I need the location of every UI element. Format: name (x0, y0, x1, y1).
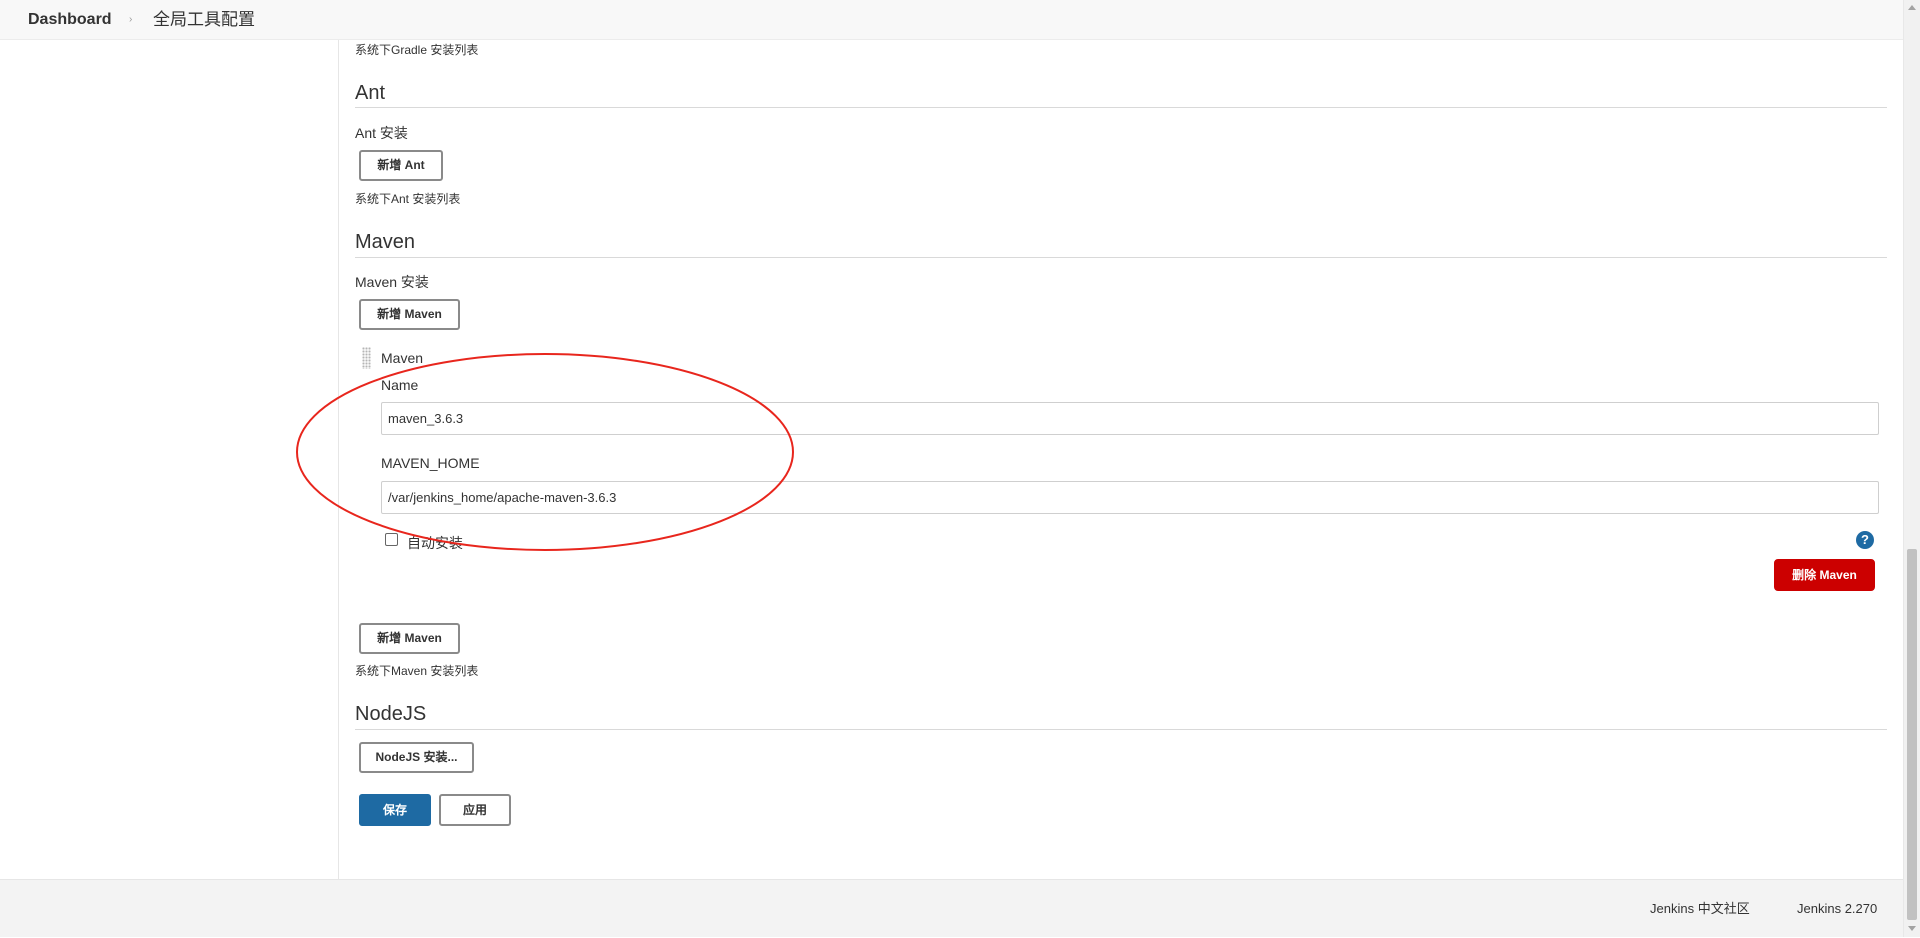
gradle-list-note: 系统下Gradle 安装列表 (355, 43, 479, 57)
maven-install-label: Maven 安装 (355, 274, 429, 290)
vertical-scrollbar[interactable] (1903, 0, 1920, 937)
auto-install-label: 自动安装 (407, 535, 463, 551)
ant-list-note: 系统下Ant 安装列表 (355, 192, 461, 206)
add-maven-button-bottom[interactable]: 新增 Maven (359, 623, 460, 654)
maven-item-header: Maven (381, 350, 424, 366)
breadcrumb-current-page: 全局工具配置 (153, 10, 255, 29)
add-ant-button[interactable]: 新增 Ant (359, 150, 443, 181)
page-footer: Jenkins 中文社区 Jenkins 2.270 (0, 879, 1903, 937)
add-maven-button-top[interactable]: 新增 Maven (359, 299, 460, 330)
maven-list-note: 系统下Maven 安装列表 (355, 664, 479, 678)
footer-version-link[interactable]: Jenkins 2.270 (1797, 880, 1877, 938)
maven-home-label: MAVEN_HOME (381, 455, 480, 471)
breadcrumb-dashboard-link[interactable]: Dashboard (28, 0, 112, 40)
maven-section-divider (355, 257, 1887, 258)
maven-name-label: Name (381, 377, 419, 393)
help-icon[interactable]: ? (1856, 531, 1874, 549)
maven-section-title: Maven (355, 231, 416, 253)
scroll-thumb[interactable] (1907, 549, 1917, 920)
nodejs-install-button[interactable]: NodeJS 安装... (359, 742, 474, 773)
scroll-up-arrow-icon[interactable] (1908, 5, 1916, 10)
maven-name-input[interactable] (381, 402, 1879, 435)
maven-home-input[interactable] (381, 481, 1879, 514)
save-button[interactable]: 保存 (359, 794, 431, 826)
footer-community-link[interactable]: Jenkins 中文社区 (1650, 880, 1750, 938)
ant-section-title: Ant (355, 82, 386, 104)
ant-section-divider (355, 107, 1887, 108)
auto-install-checkbox[interactable] (385, 533, 398, 546)
scroll-down-arrow-icon[interactable] (1908, 926, 1916, 931)
annotation-ellipse (296, 353, 794, 551)
nodejs-section-title: NodeJS (355, 703, 427, 725)
breadcrumb-chevron-icon: › (129, 14, 133, 25)
delete-maven-button[interactable]: 删除 Maven (1774, 559, 1875, 591)
drag-handle-icon[interactable] (362, 347, 371, 369)
ant-install-label: Ant 安装 (355, 125, 408, 141)
apply-button[interactable]: 应用 (439, 794, 511, 826)
breadcrumb-bar: Dashboard › 全局工具配置 (0, 0, 1903, 40)
side-panel (0, 40, 339, 879)
nodejs-section-divider (355, 729, 1887, 730)
